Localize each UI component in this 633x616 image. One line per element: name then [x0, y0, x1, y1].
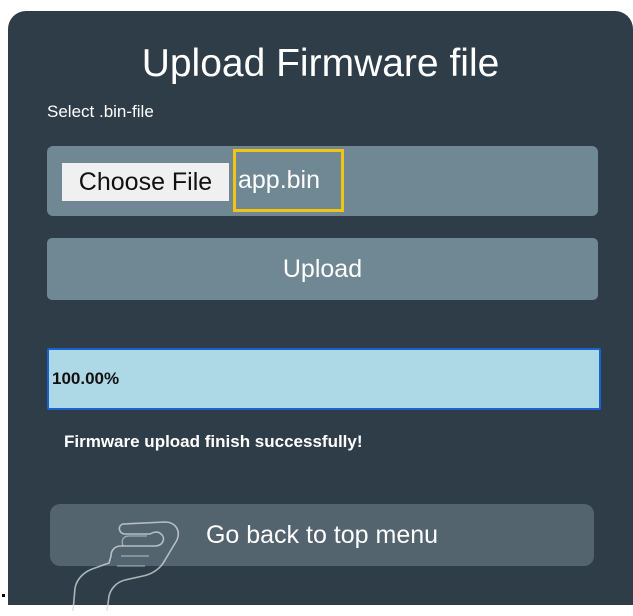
selected-file-name: app.bin — [233, 149, 344, 212]
upload-button[interactable]: Upload — [47, 238, 598, 300]
upload-status-message: Firmware upload finish successfully! — [64, 432, 363, 451]
file-select-label: Select .bin-file — [47, 102, 154, 121]
stray-dot — [2, 594, 5, 597]
upload-progress-bar: 100.00% — [47, 348, 601, 410]
choose-file-button[interactable]: Choose File — [62, 163, 229, 201]
progress-fill — [49, 350, 599, 408]
pointing-hand-icon — [72, 521, 180, 612]
firmware-upload-panel: Upload Firmware file Select .bin-file Ch… — [8, 11, 633, 612]
file-input-row[interactable]: Choose File app.bin — [47, 146, 598, 216]
progress-percentage: 100.00% — [52, 369, 120, 388]
page-title: Upload Firmware file — [141, 42, 500, 85]
